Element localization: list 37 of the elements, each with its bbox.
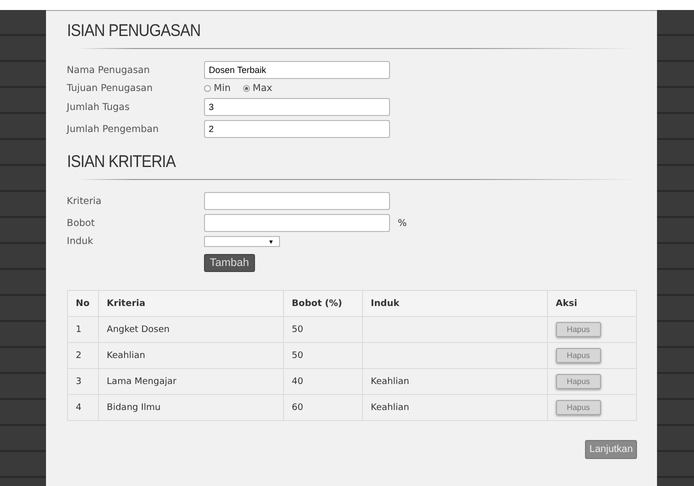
table-cell: 3	[67, 368, 98, 394]
field-label: Jumlah Pengemban	[66, 124, 160, 134]
table-cell: 1	[67, 316, 98, 342]
table-cell: Bidang Ilmu	[98, 394, 284, 420]
table-cell: 50	[283, 316, 362, 342]
table-cell: 60	[283, 394, 362, 420]
input-field[interactable]: 3	[204, 98, 390, 116]
field-label: Jumlah Tugas	[66, 102, 131, 112]
percent-sign: %	[398, 218, 407, 228]
column-header: Kriteria	[98, 290, 284, 316]
table-cell: 4	[67, 394, 98, 420]
radio-option[interactable]: Max	[242, 83, 272, 94]
column-header: Aksi	[547, 290, 636, 316]
field-label: Bobot	[66, 218, 96, 228]
table-cell: 40	[283, 368, 362, 394]
input-field[interactable]	[204, 192, 390, 210]
field-label: Nama Penugasan	[66, 64, 151, 76]
input-field[interactable]: Dosen Terbaik	[204, 61, 390, 79]
table-cell: 2	[67, 342, 98, 368]
column-header: Bobot (%)	[283, 290, 362, 316]
field-label: Induk	[66, 236, 94, 247]
table-cell: Keahlian	[362, 368, 548, 394]
input-field[interactable]: 2	[204, 120, 390, 138]
section-title: ISIAN PENUGASAN	[66, 21, 202, 41]
radio-option[interactable]: Min	[204, 83, 231, 94]
table-cell: 50	[283, 342, 362, 368]
section-title: ISIAN KRITERIA	[66, 152, 177, 172]
table-cell: Keahlian	[98, 342, 284, 368]
column-header: No	[67, 290, 98, 316]
column-header: Induk	[362, 290, 548, 316]
field-label: Kriteria	[66, 196, 103, 206]
field-label: Tujuan Penugasan	[66, 83, 154, 94]
input-field[interactable]	[204, 214, 390, 232]
add-button[interactable]: Tambah	[204, 254, 255, 272]
table-cell: Lama Mengajar	[98, 368, 284, 394]
table-cell: Angket Dosen	[98, 316, 284, 342]
table-cell: Keahlian	[362, 394, 548, 420]
